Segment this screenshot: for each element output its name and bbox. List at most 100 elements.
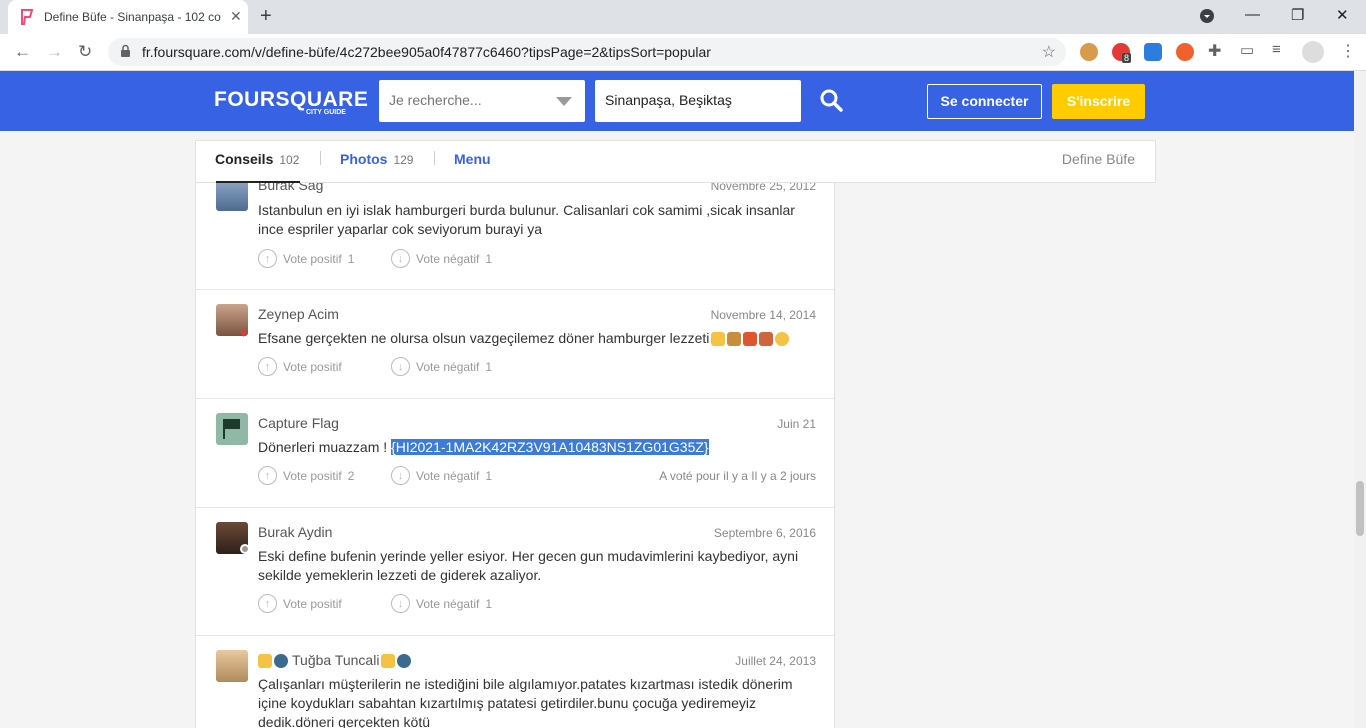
venue-name: Define Büfe (1061, 151, 1135, 167)
grid-extension-icon[interactable] (1144, 43, 1162, 61)
cookie-extension-icon[interactable] (1080, 43, 1098, 61)
arrow-up-icon: ↑ (258, 357, 277, 376)
downvote-button[interactable]: ↓ Vote négatif 1 (391, 594, 492, 613)
downvote-label: Vote négatif (416, 596, 480, 611)
tab-photos-label: Photos (340, 151, 388, 167)
orange-extension-icon[interactable] (1176, 43, 1194, 61)
puzzle-extensions-icon[interactable]: ✚ (1208, 41, 1226, 60)
arrow-down-icon: ↓ (391, 466, 410, 485)
tab-tips-count: 102 (279, 153, 300, 167)
upvote-button[interactable]: ↑ Vote positif 1 (258, 249, 354, 268)
avatar[interactable] (216, 183, 248, 211)
lock-icon (121, 44, 130, 57)
smiley-emoji-icon (775, 332, 790, 347)
reload-icon[interactable]: ↻ (78, 42, 92, 62)
tab-tips[interactable]: Conseils 102 (215, 151, 299, 167)
tip-text: Dönerleri muazzam ! {HI2021-1MA2K42RZ3V9… (258, 438, 818, 457)
bookmark-star-icon[interactable]: ☆ (1042, 42, 1056, 62)
arrow-up-icon: ↑ (258, 249, 277, 268)
tip-text: Çalışanları müşterilerin ne istediğini b… (258, 676, 793, 728)
profile-menu-icon[interactable] (1199, 8, 1215, 28)
browser-tab-strip: Define Büfe - Sinanpaşa - 102 co ✕ + — ❐… (0, 0, 1366, 34)
search-box[interactable] (379, 80, 585, 122)
arrow-down-icon: ↓ (391, 249, 410, 268)
upvote-count: 2 (347, 468, 355, 483)
url-text: fr.foursquare.com/v/define-büfe/4c272bee… (142, 44, 711, 60)
page-scrollbar[interactable] (1354, 71, 1366, 728)
downvote-label: Vote négatif (416, 251, 480, 266)
tip-date: Novembre 25, 2012 (710, 183, 816, 193)
arrow-up-icon: ↑ (258, 594, 277, 613)
tip-username[interactable]: Burak Sag (258, 183, 323, 193)
selected-flag-text[interactable]: {HI2021-1MA2K42RZ3V91A10483NS1ZG01G35Z} (391, 439, 709, 455)
tips-list: Burak Sag Novembre 25, 2012 Istanbulun e… (195, 183, 835, 728)
close-window-icon[interactable]: ✕ (1336, 6, 1349, 24)
signup-button[interactable]: S'inscrire (1052, 84, 1145, 119)
downvote-count: 1 (485, 359, 493, 374)
sparkle-emoji-icon (258, 654, 272, 669)
tip-item: Tuğba Tuncali Juillet 24, 2013 Çalışanla… (196, 636, 834, 728)
search-input[interactable] (389, 92, 549, 108)
tip-username-text: Tuğba Tuncali (292, 652, 380, 668)
downvote-count: 1 (485, 596, 493, 611)
downvote-button[interactable]: ↓ Vote négatif 1 (391, 466, 492, 485)
divider (320, 151, 321, 165)
tip-text-prefix: Dönerleri muazzam ! (258, 439, 392, 455)
tab-menu[interactable]: Menu (454, 151, 491, 167)
tip-date: Septembre 6, 2016 (713, 526, 816, 540)
upvote-label: Vote positif (283, 359, 342, 374)
tip-text: Eski define bufenin yerinde yeller esiyo… (258, 548, 799, 583)
foursquare-logo[interactable]: FOURSQUARE CITY GUIDE (214, 88, 368, 116)
forward-icon[interactable]: → (46, 42, 63, 62)
tip-item: ♥ Zeynep Acim Novembre 14, 2014 Efsane g… (196, 290, 834, 399)
emoji-icon (711, 332, 726, 347)
tip-text-content: Efsane gerçekten ne olursa olsun vazgeçi… (258, 330, 710, 346)
upvote-label: Vote positif (283, 251, 342, 266)
browser-menu-icon[interactable]: ⋮ (1340, 41, 1358, 60)
restore-icon[interactable]: ❐ (1291, 6, 1304, 24)
minimize-icon[interactable]: — (1245, 6, 1260, 23)
chevron-down-icon[interactable] (556, 97, 572, 106)
profile-avatar-icon[interactable] (1302, 41, 1324, 63)
avatar[interactable] (216, 413, 248, 445)
search-icon[interactable] (819, 88, 843, 112)
location-input[interactable] (605, 92, 790, 108)
tip-date: Novembre 14, 2014 (710, 308, 816, 322)
new-tab-button[interactable]: + (260, 5, 272, 28)
upvote-button[interactable]: ↑ Vote positif 2 (258, 466, 354, 485)
sparkle-emoji-icon (381, 654, 396, 669)
cast-icon[interactable]: ▭ (1240, 41, 1258, 59)
downvote-button[interactable]: ↓ Vote négatif 1 (391, 249, 492, 268)
tip-item: Burak Sag Novembre 25, 2012 Istanbulun e… (196, 183, 834, 290)
back-icon[interactable]: ← (14, 42, 31, 62)
tip-username[interactable]: Capture Flag (258, 415, 339, 431)
tip-item: Burak Aydin Septembre 6, 2016 Eski defin… (196, 508, 834, 636)
arrow-down-icon: ↓ (391, 357, 410, 376)
address-bar[interactable]: fr.foursquare.com/v/define-büfe/4c272bee… (108, 38, 1066, 66)
browser-tab[interactable]: Define Büfe - Sinanpaşa - 102 co ✕ (8, 0, 248, 34)
tip-username[interactable]: Burak Aydin (258, 524, 332, 540)
eye-emoji-icon (274, 654, 288, 669)
tip-username[interactable]: Zeynep Acim (258, 306, 339, 322)
scrollbar-thumb[interactable] (1356, 481, 1364, 536)
avatar[interactable] (216, 650, 248, 682)
media-queue-icon[interactable]: ≡ (1272, 41, 1290, 59)
upvote-count: 1 (347, 251, 355, 266)
location-box[interactable] (595, 80, 801, 122)
upvote-button[interactable]: ↑ Vote positif (258, 357, 348, 376)
upvote-label: Vote positif (283, 468, 342, 483)
upvote-button[interactable]: ↑ Vote positif (258, 594, 348, 613)
tab-menu-label: Menu (454, 151, 491, 167)
tip-username[interactable]: Tuğba Tuncali (258, 652, 412, 669)
downvote-button[interactable]: ↓ Vote négatif 1 (391, 357, 492, 376)
bento-emoji-icon (759, 332, 774, 347)
burger-emoji-icon (727, 332, 742, 347)
login-button[interactable]: Se connecter (927, 84, 1042, 119)
tab-close-icon[interactable]: ✕ (230, 8, 242, 25)
downvote-label: Vote négatif (416, 468, 480, 483)
tip-item: Capture Flag Juin 21 Dönerleri muazzam !… (196, 399, 834, 508)
downvote-count: 1 (485, 468, 493, 483)
tip-date: Juin 21 (777, 417, 816, 431)
tab-photos[interactable]: Photos 129 (340, 151, 413, 167)
venue-subnav: Conseils 102 Photos 129 Menu Define Büfe (195, 140, 1156, 183)
